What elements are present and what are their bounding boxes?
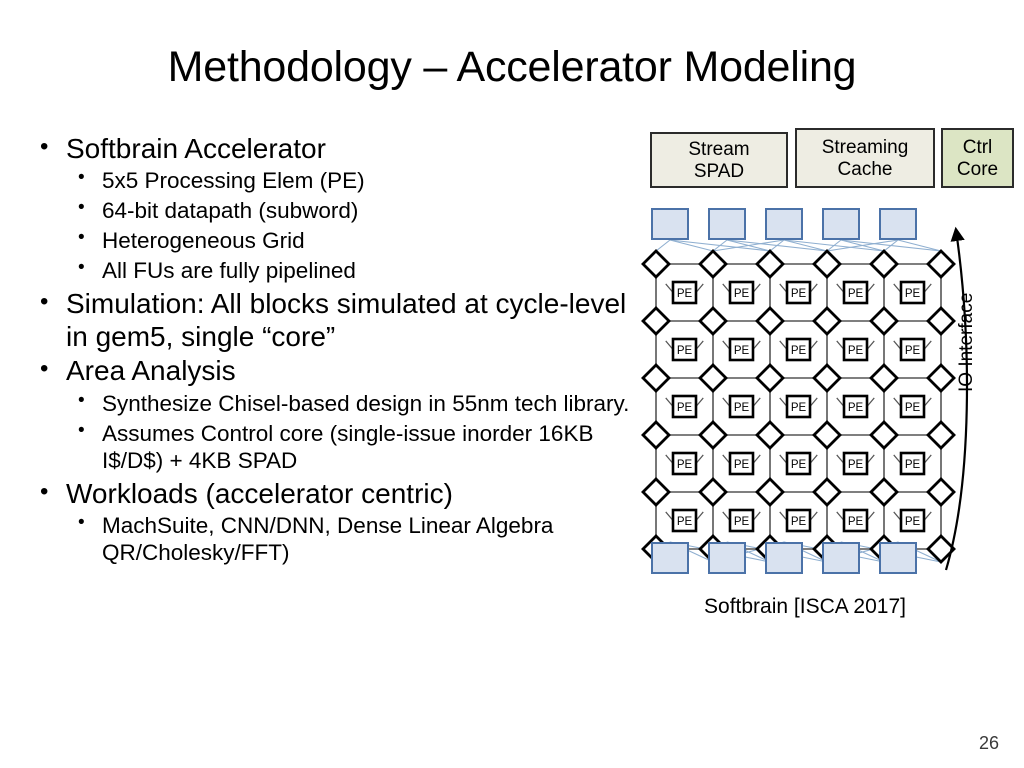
svg-text:PE: PE: [905, 516, 921, 528]
svg-text:PE: PE: [734, 345, 750, 357]
io-block-bottom: [879, 542, 917, 574]
bullet-area-analysis: Area Analysis Synthesize Chisel-based de…: [28, 354, 636, 474]
sub-bullet-synthesize: Synthesize Chisel-based design in 55nm t…: [66, 389, 636, 417]
sub-bullet-benchmarks: MachSuite, CNN/DNN, Dense Linear Algebra…: [66, 511, 636, 566]
sub-bullet-datapath: 64-bit datapath (subword): [66, 196, 636, 224]
io-interface-label: IO Interface: [956, 292, 977, 392]
svg-text:PE: PE: [791, 402, 807, 414]
bullet-simulation: Simulation: All blocks simulated at cycl…: [28, 287, 636, 353]
svg-text:PE: PE: [848, 402, 864, 414]
svg-text:PE: PE: [677, 516, 693, 528]
svg-text:PE: PE: [734, 459, 750, 471]
svg-text:PE: PE: [677, 345, 693, 357]
softbrain-architecture-diagram: Stream SPAD Streaming Cache Ctrl Core PE…: [640, 122, 1024, 642]
sub-bullet-control-core: Assumes Control core (single-issue inord…: [66, 419, 636, 474]
io-block-top: [651, 208, 689, 240]
io-block-top: [765, 208, 803, 240]
svg-text:PE: PE: [905, 345, 921, 357]
io-block-bottom: [765, 542, 803, 574]
page-title: Methodology – Accelerator Modeling: [167, 43, 857, 91]
bullet-label: Area Analysis: [66, 355, 236, 387]
sub-bullet-list: 5x5 Processing Elem (PE) 64-bit datapath…: [66, 166, 636, 284]
sub-bullet-list: Synthesize Chisel-based design in 55nm t…: [66, 389, 636, 474]
svg-text:PE: PE: [791, 459, 807, 471]
slide-canvas: Methodology – Accelerator Modeling Softb…: [0, 0, 1024, 768]
io-block-bottom: [708, 542, 746, 574]
bullet-list-level1: Softbrain Accelerator 5x5 Processing Ele…: [28, 132, 636, 566]
svg-text:PE: PE: [848, 516, 864, 528]
diagram-caption: Softbrain [ISCA 2017]: [704, 595, 906, 618]
bullet-label: Simulation: All blocks simulated at cycl…: [66, 288, 627, 352]
svg-text:PE: PE: [734, 516, 750, 528]
bullet-softbrain-accelerator: Softbrain Accelerator 5x5 Processing Ele…: [28, 132, 636, 284]
sub-bullet-pe-count: 5x5 Processing Elem (PE): [66, 166, 636, 194]
svg-text:PE: PE: [677, 459, 693, 471]
svg-text:PE: PE: [791, 345, 807, 357]
svg-text:PE: PE: [791, 516, 807, 528]
svg-text:PE: PE: [905, 459, 921, 471]
svg-text:PE: PE: [848, 345, 864, 357]
svg-text:PE: PE: [677, 402, 693, 414]
io-block-bottom: [822, 542, 860, 574]
page-number: 26: [978, 733, 999, 753]
svg-text:PE: PE: [905, 288, 921, 300]
bullet-workloads: Workloads (accelerator centric) MachSuit…: [28, 477, 636, 566]
sub-bullet-list: MachSuite, CNN/DNN, Dense Linear Algebra…: [66, 511, 636, 566]
io-block-top: [822, 208, 860, 240]
bullet-content: Softbrain Accelerator 5x5 Processing Ele…: [28, 132, 636, 570]
svg-text:PE: PE: [848, 288, 864, 300]
svg-text:PE: PE: [677, 288, 693, 300]
bullet-label: Softbrain Accelerator: [66, 133, 326, 164]
svg-text:PE: PE: [848, 459, 864, 471]
io-block-bottom: [651, 542, 689, 574]
bullet-label: Workloads (accelerator centric): [66, 477, 453, 509]
sub-bullet-hetero-grid: Heterogeneous Grid: [66, 226, 636, 254]
io-block-top: [708, 208, 746, 240]
sub-bullet-pipelined: All FUs are fully pipelined: [66, 256, 636, 284]
svg-text:PE: PE: [734, 402, 750, 414]
svg-text:PE: PE: [791, 288, 807, 300]
svg-text:PE: PE: [905, 402, 921, 414]
svg-text:PE: PE: [734, 288, 750, 300]
io-block-top: [879, 208, 917, 240]
